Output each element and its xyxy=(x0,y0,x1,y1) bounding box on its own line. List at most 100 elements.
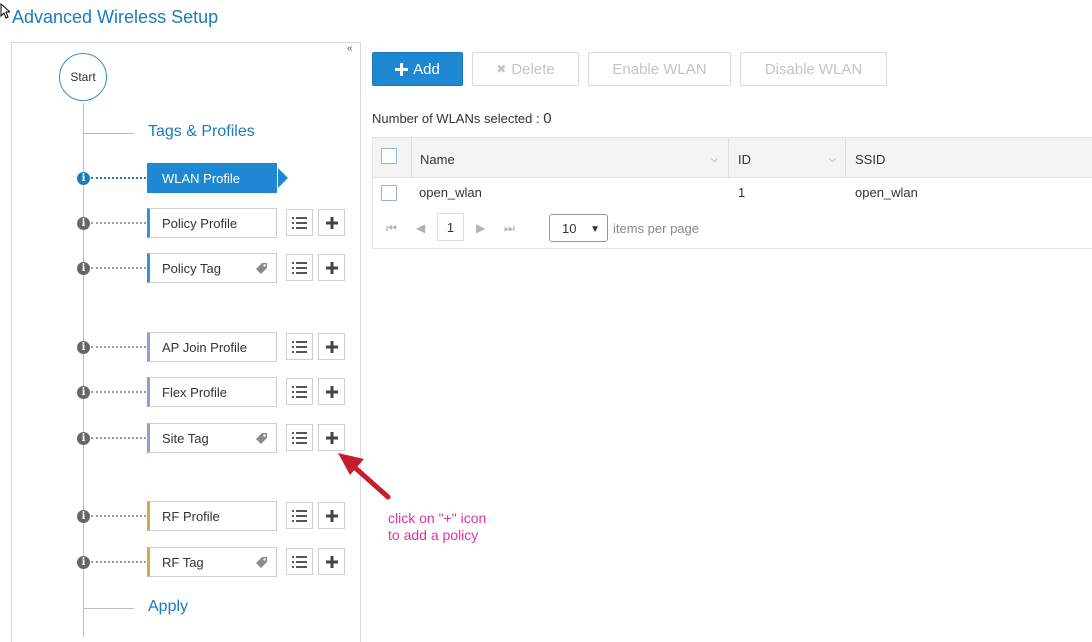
cell-ssid: open_wlan xyxy=(855,185,918,200)
info-icon[interactable]: i xyxy=(77,556,90,569)
step-label: Flex Profile xyxy=(162,384,228,400)
rf-profile-add-button[interactable] xyxy=(318,502,345,529)
rf-tag-add-button[interactable] xyxy=(318,548,345,575)
column-header-ssid[interactable]: SSID xyxy=(855,152,885,167)
page-size-select[interactable]: 10 ▼ xyxy=(549,214,608,242)
selection-label: Number of WLANs selected : xyxy=(372,111,540,126)
step-rf-profile[interactable]: RF Profile xyxy=(147,501,277,531)
site-tag-list-button[interactable] xyxy=(286,424,313,451)
start-node: Start xyxy=(59,53,107,101)
annotation-line-2: to add a policy xyxy=(388,527,479,543)
disable-wlan-button[interactable]: Disable WLAN xyxy=(740,52,887,86)
current-page: 1 xyxy=(446,219,455,235)
annotation-text: click on "+" icon to add a policy xyxy=(388,510,486,544)
step-connector xyxy=(91,561,146,563)
active-step-indicator xyxy=(278,168,288,188)
rf-profile-list-button[interactable] xyxy=(286,502,313,529)
disable-wlan-label: Disable WLAN xyxy=(764,60,863,78)
rf-tag-list-button[interactable] xyxy=(286,548,313,575)
chevron-down-icon[interactable]: ⌵ xyxy=(711,154,718,165)
info-icon[interactable]: i xyxy=(77,386,90,399)
ap-join-profile-add-button[interactable] xyxy=(318,333,345,360)
list-icon xyxy=(292,385,307,398)
select-all-checkbox[interactable] xyxy=(381,148,397,164)
close-icon: ✖ xyxy=(496,62,507,76)
step-policy-tag[interactable]: Policy Tag xyxy=(147,253,277,283)
enable-wlan-label: Enable WLAN xyxy=(612,60,707,78)
add-button-label: Add xyxy=(413,60,440,78)
items-per-page-label: items per page xyxy=(613,221,699,236)
policy-profile-add-button[interactable] xyxy=(318,209,345,236)
chevron-down-icon[interactable]: ⌵ xyxy=(829,154,836,165)
tag-icon xyxy=(256,433,267,444)
step-policy-profile[interactable]: Policy Profile xyxy=(147,208,277,238)
collapse-panel-icon[interactable]: « xyxy=(347,44,353,54)
column-separator xyxy=(411,138,412,178)
policy-tag-list-button[interactable] xyxy=(286,254,313,281)
page-size-value: 10 xyxy=(562,220,577,236)
step-connector xyxy=(91,346,146,348)
mouse-cursor-icon xyxy=(0,3,10,19)
ap-join-profile-list-button[interactable] xyxy=(286,333,313,360)
step-connector xyxy=(91,177,146,179)
section-apply[interactable]: Apply xyxy=(148,598,188,616)
column-separator xyxy=(728,138,729,178)
step-label: AP Join Profile xyxy=(162,339,248,355)
annotation-arrow xyxy=(338,453,391,500)
row-checkbox[interactable] xyxy=(381,185,397,201)
first-page-icon[interactable]: ⏮ xyxy=(386,221,397,236)
step-wlan-profile[interactable]: WLAN Profile xyxy=(147,163,277,193)
info-icon[interactable]: i xyxy=(77,262,90,275)
page-title: Advanced Wireless Setup xyxy=(12,7,219,27)
delete-button-label: Delete xyxy=(511,60,555,78)
plus-icon xyxy=(325,431,338,444)
step-rf-tag[interactable]: RF Tag xyxy=(147,547,277,577)
cell-name[interactable]: open_wlan xyxy=(419,185,482,200)
enable-wlan-button[interactable]: Enable WLAN xyxy=(588,52,731,86)
list-icon xyxy=(292,340,307,353)
step-ap-join-profile[interactable]: AP Join Profile xyxy=(147,332,277,362)
step-connector xyxy=(91,437,146,439)
column-header-id[interactable]: ID xyxy=(738,152,751,167)
info-icon[interactable]: i xyxy=(77,217,90,230)
plus-icon xyxy=(395,62,409,76)
step-connector xyxy=(91,515,146,517)
current-page-box[interactable]: 1 xyxy=(437,213,464,241)
list-icon xyxy=(292,261,307,274)
add-button[interactable]: Add xyxy=(372,52,463,86)
delete-button[interactable]: ✖ Delete xyxy=(472,52,579,86)
flex-profile-add-button[interactable] xyxy=(318,378,345,405)
step-label: Site Tag xyxy=(162,430,209,446)
info-icon[interactable]: i xyxy=(77,341,90,354)
info-icon[interactable]: i xyxy=(77,510,90,523)
column-header-name[interactable]: Name xyxy=(420,152,455,167)
step-label: WLAN Profile xyxy=(162,170,241,186)
step-site-tag[interactable]: Site Tag xyxy=(147,423,277,453)
last-page-icon[interactable]: ⏭ xyxy=(504,221,515,236)
step-flex-profile[interactable]: Flex Profile xyxy=(147,377,277,407)
plus-icon xyxy=(325,261,338,274)
section-connector xyxy=(84,608,134,609)
list-icon xyxy=(292,509,307,522)
step-label: RF Profile xyxy=(162,508,220,524)
column-separator xyxy=(845,138,846,178)
selection-count: 0 xyxy=(543,110,552,127)
policy-profile-list-button[interactable] xyxy=(286,209,313,236)
step-connector xyxy=(91,222,146,224)
info-icon[interactable]: i xyxy=(77,172,90,185)
list-icon xyxy=(292,216,307,229)
list-icon xyxy=(292,555,307,568)
step-label: RF Tag xyxy=(162,554,204,570)
next-page-icon[interactable]: ▶ xyxy=(476,221,485,235)
list-icon xyxy=(292,431,307,444)
plus-icon xyxy=(325,216,338,229)
start-label: Start xyxy=(70,70,96,84)
info-icon[interactable]: i xyxy=(77,432,90,445)
selection-count-text: Number of WLANs selected : 0 xyxy=(372,110,552,127)
flex-profile-list-button[interactable] xyxy=(286,378,313,405)
policy-tag-add-button[interactable] xyxy=(318,254,345,281)
previous-page-icon[interactable]: ◀ xyxy=(416,221,425,235)
plus-icon xyxy=(325,340,338,353)
plus-icon xyxy=(325,509,338,522)
tag-icon xyxy=(256,557,267,568)
